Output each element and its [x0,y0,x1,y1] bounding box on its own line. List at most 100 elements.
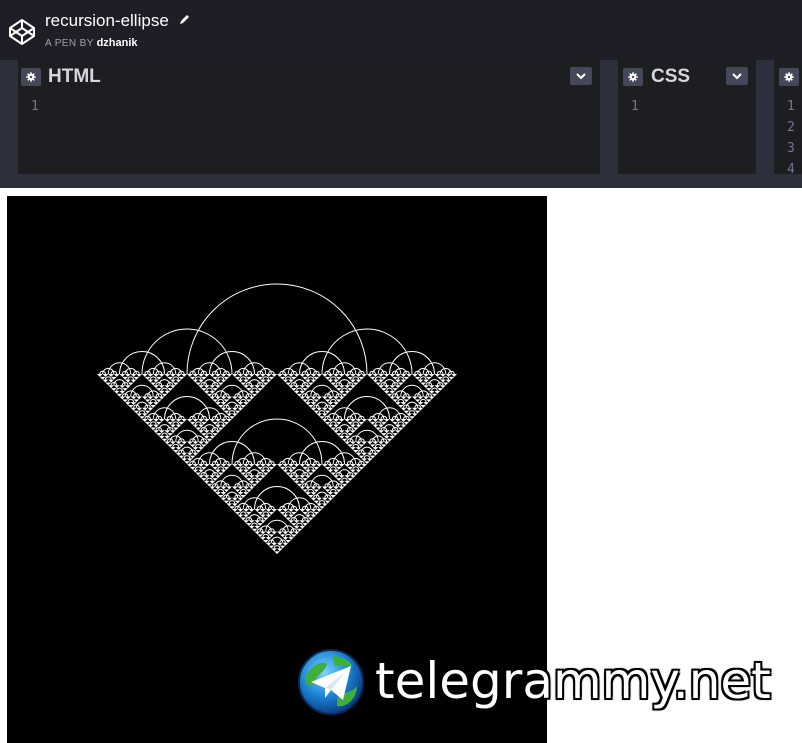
fractal-triangle [170,430,176,434]
fractal-triangle [344,419,351,422]
fractal-arc [341,432,348,436]
fractal-triangle [111,376,117,380]
fractal-triangle [403,376,410,380]
fractal-arc [284,466,292,470]
fractal-triangle [358,455,365,459]
editor-footer-strip[interactable] [0,174,802,188]
fractal-triangle [358,444,365,448]
codepen-cube-icon[interactable] [8,18,36,46]
fractal-triangle [313,466,320,470]
html-collapse-button[interactable] [570,67,592,85]
fractal-triangle [277,374,283,377]
fractal-triangle [122,376,128,380]
fractal-triangle [108,385,114,389]
fractal-triangle [257,388,263,391]
fractal-triangle [158,396,165,400]
pen-title[interactable]: recursion-ellipse [45,11,169,31]
fractal-arc [329,488,337,493]
fractal-triangle [336,489,342,493]
chevron-down-icon [732,72,742,79]
editor-resizer-left[interactable] [0,60,18,174]
fractal-triangle [350,447,356,450]
chevron-down-icon [576,72,586,79]
fractal-triangle [375,449,382,453]
fractal-triangle [310,379,317,383]
fractal-triangle [434,390,441,394]
fractal-triangle [403,421,410,425]
fractal-triangle [243,402,249,405]
fractal-triangle [434,374,441,377]
fractal-arc [329,376,337,380]
fractal-triangle [268,545,275,549]
fractal-triangle [296,528,303,532]
fractal-triangle [257,466,263,470]
fractal-triangle [262,382,269,386]
fractal-arc [397,398,405,403]
fractal-triangle [201,376,207,380]
fractal-triangle [412,396,418,400]
fractal-triangle [327,497,334,501]
fractal-triangle [372,379,379,383]
line-number: 4 [787,162,795,173]
fractal-arc [149,421,157,425]
fractal-triangle [167,376,173,380]
fractal-arc [374,421,382,425]
fractal-triangle [144,410,151,414]
fractal-triangle [333,385,339,389]
fractal-triangle [440,385,446,389]
css-collapse-button[interactable] [726,67,748,85]
fractal-triangle [383,419,390,422]
fractal-triangle [412,374,418,377]
fractal-triangle [313,410,320,414]
css-code-area[interactable]: 1 [618,92,756,174]
fractal-triangle [215,430,221,434]
fractal-triangle [355,469,362,473]
fractal-triangle [212,489,218,493]
fractal-triangle [383,390,390,394]
fractal-triangle [232,396,238,400]
fractal-triangle [144,421,151,425]
fractal-triangle [198,385,204,389]
fractal-arc [262,376,270,380]
fractal-triangle [409,416,415,419]
pencil-icon[interactable] [178,13,191,26]
fractal-arc [296,387,303,391]
js-code-area[interactable]: 1 2 3 4 [774,92,802,174]
fractal-triangle [156,388,162,391]
editor-resizer-css-js[interactable] [756,60,774,174]
fractal-triangle [203,374,210,377]
fractal-triangle [209,464,216,467]
fractal-triangle [178,376,185,380]
fractal-triangle [423,402,429,405]
fractal-triangle [212,433,218,436]
fractal-triangle [156,421,162,425]
fractal-arc [127,376,135,380]
css-editor-header: CSS [618,60,756,92]
fractal-triangle [181,441,187,445]
fractal-arc [386,387,393,391]
fractal-triangle [170,385,176,389]
fractal-triangle [234,500,241,504]
fractal-triangle [412,413,418,417]
html-settings-button[interactable] [21,68,41,86]
fractal-arc [239,398,247,403]
fractal-triangle [189,466,196,470]
line-number: 3 [787,141,795,156]
fractal-triangle [302,388,308,391]
fractal-triangle [161,438,168,442]
fractal-triangle [113,374,120,377]
fractal-triangle [406,419,412,422]
fractal-triangle [220,379,227,383]
js-editor-header [774,60,802,92]
fractal-triangle [260,520,266,524]
fractal-triangle [344,390,351,394]
fractal-arc [161,432,168,436]
fractal-triangle [352,427,359,431]
css-settings-button[interactable] [623,68,643,86]
html-code-area[interactable]: 1 [18,92,600,174]
fractal-triangle [358,466,365,470]
js-settings-button[interactable] [779,68,799,86]
author-link[interactable]: dzhanik [97,37,138,49]
editor-resizer-html-css[interactable] [600,60,618,174]
fractal-triangle [389,435,396,439]
